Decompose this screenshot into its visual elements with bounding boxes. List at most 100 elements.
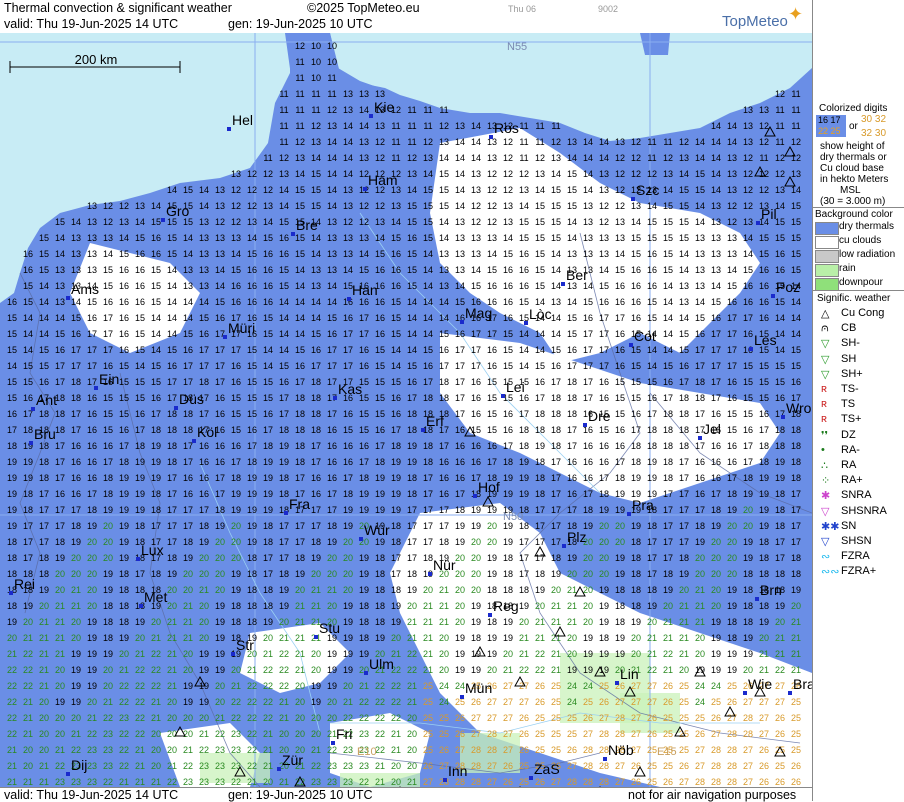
svg-text:21: 21 <box>407 633 417 643</box>
svg-text:17: 17 <box>39 521 49 531</box>
city-label[interactable]: Les <box>754 332 777 348</box>
svg-text:23: 23 <box>215 745 225 755</box>
svg-text:15: 15 <box>599 425 609 435</box>
city-label[interactable]: Cot <box>634 328 656 344</box>
svg-text:15: 15 <box>759 233 769 243</box>
city-label[interactable]: Brn <box>760 582 782 598</box>
svg-text:13: 13 <box>455 265 465 275</box>
city-label[interactable]: Lòc <box>529 306 552 322</box>
svg-text:12: 12 <box>247 201 257 211</box>
svg-text:15: 15 <box>743 265 753 275</box>
city-label[interactable]: Hel <box>232 112 253 128</box>
city-label[interactable]: Kie <box>374 99 394 115</box>
svg-text:27: 27 <box>743 777 753 787</box>
city-label[interactable]: Wro <box>786 400 812 416</box>
city-label[interactable]: Lei <box>506 379 525 395</box>
svg-text:17: 17 <box>279 393 289 403</box>
svg-text:11: 11 <box>311 105 320 115</box>
svg-text:14: 14 <box>407 345 417 355</box>
svg-text:17: 17 <box>87 329 97 339</box>
svg-text:15: 15 <box>103 265 113 275</box>
city-label[interactable]: Ein <box>99 371 119 387</box>
svg-text:18: 18 <box>87 505 97 515</box>
svg-text:21: 21 <box>183 617 193 627</box>
svg-text:18: 18 <box>679 409 689 419</box>
city-label[interactable]: Reg <box>493 598 519 614</box>
city-label[interactable]: Han <box>352 282 378 298</box>
city-label[interactable]: Lin <box>620 666 639 682</box>
svg-text:15: 15 <box>375 409 385 419</box>
city-label[interactable]: Ber <box>566 267 588 283</box>
city-label[interactable]: Ant <box>36 392 57 408</box>
svg-text:19: 19 <box>87 521 97 531</box>
svg-text:14: 14 <box>39 297 49 307</box>
svg-text:14: 14 <box>327 137 337 147</box>
city-label[interactable]: Hof <box>478 479 500 495</box>
city-label[interactable]: Szc <box>636 182 659 198</box>
svg-text:27: 27 <box>615 697 625 707</box>
svg-text:22: 22 <box>375 713 385 723</box>
svg-text:12: 12 <box>679 137 689 147</box>
city-label[interactable]: Pil <box>761 206 777 222</box>
city-marker <box>9 591 13 595</box>
city-label[interactable]: Jel <box>703 421 721 437</box>
city-label[interactable]: Ros <box>494 120 519 136</box>
city-label[interactable]: ZaS <box>534 761 560 777</box>
city-label[interactable]: Köl <box>197 424 217 440</box>
city-label[interactable]: Zür <box>282 752 303 768</box>
city-label[interactable]: Mün <box>465 680 492 696</box>
disclaimer: not for air navigation purposes <box>628 788 797 802</box>
city-label[interactable]: Fri <box>336 726 352 742</box>
svg-text:15: 15 <box>311 201 321 211</box>
city-label[interactable]: Kas <box>338 381 362 397</box>
city-label[interactable]: Dij <box>71 757 87 773</box>
city-label[interactable]: Ams <box>71 281 99 297</box>
city-label[interactable]: Wie <box>748 676 772 692</box>
svg-text:22: 22 <box>183 761 193 771</box>
svg-text:19: 19 <box>503 537 513 547</box>
svg-text:16: 16 <box>583 457 593 467</box>
city-label[interactable]: Gro <box>166 203 190 219</box>
svg-text:19: 19 <box>407 585 417 595</box>
svg-text:18: 18 <box>407 473 417 483</box>
city-label[interactable]: Nöb <box>608 742 634 758</box>
city-label[interactable]: Düs <box>179 391 204 407</box>
svg-text:18: 18 <box>407 489 417 499</box>
city-label[interactable]: Fra <box>289 496 310 512</box>
city-label[interactable]: Pra <box>632 497 654 513</box>
city-label[interactable]: Stu <box>319 620 340 636</box>
city-label[interactable]: Ulm <box>369 656 394 672</box>
city-label[interactable]: Wür <box>364 522 390 538</box>
weather-map[interactable]: 12 10 10 11 10 10 11 10 11 11 11 11 11 13 13 13 12 11 11 11… <box>0 33 812 787</box>
city-label[interactable]: Bre <box>296 217 318 233</box>
svg-text:18: 18 <box>423 553 433 563</box>
svg-text:19: 19 <box>263 505 273 515</box>
svg-text:20: 20 <box>455 617 465 627</box>
svg-text:16: 16 <box>247 297 257 307</box>
city-label[interactable]: Met <box>144 589 167 605</box>
city-label[interactable]: Ham <box>368 172 398 188</box>
city-marker <box>284 511 288 515</box>
city-label[interactable]: Inn <box>448 763 467 779</box>
city-label[interactable]: Rei <box>14 576 35 592</box>
svg-text:20: 20 <box>199 713 209 723</box>
city-label[interactable]: Str <box>236 637 254 653</box>
city-label[interactable]: Plz <box>567 529 586 545</box>
svg-text:26: 26 <box>535 777 545 787</box>
city-label[interactable]: Nür <box>433 557 456 573</box>
svg-text:15: 15 <box>327 313 337 323</box>
city-label[interactable]: Dre <box>588 408 611 424</box>
svg-text:21: 21 <box>407 777 417 787</box>
svg-text:13: 13 <box>727 185 737 195</box>
weather-symbol-label: SH- <box>841 337 860 350</box>
svg-text:25: 25 <box>679 681 689 691</box>
city-label[interactable]: Bru <box>34 426 56 442</box>
city-label[interactable]: Lux <box>141 542 164 558</box>
svg-text:17: 17 <box>231 345 241 355</box>
city-label[interactable]: Mag <box>465 305 492 321</box>
city-label[interactable]: Erf <box>426 413 444 429</box>
city-label[interactable]: Bra <box>793 676 812 692</box>
svg-text:23: 23 <box>231 745 241 755</box>
city-label[interactable]: Poz <box>776 279 800 295</box>
city-label[interactable]: Müri <box>228 320 255 336</box>
